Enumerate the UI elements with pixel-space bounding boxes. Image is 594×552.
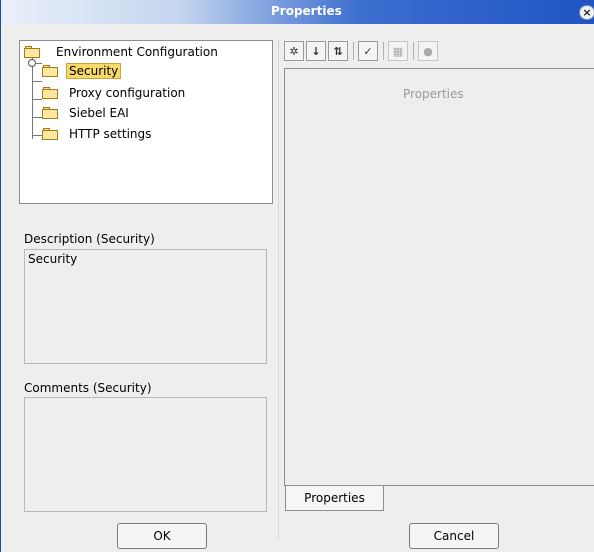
folder-icon [24, 46, 40, 58]
config-tree[interactable]: Environment Configuration Security Proxy… [19, 40, 273, 204]
sort-order-icon[interactable]: ⇅ [328, 41, 348, 61]
description-label: Description (Security) [24, 232, 155, 246]
tree-line [32, 99, 42, 100]
toolbar-separator [353, 42, 354, 60]
tree-item-label: Proxy configuration [69, 86, 186, 100]
tree-line [32, 135, 42, 136]
tab-properties[interactable]: Properties [285, 486, 384, 511]
tree-item-http-settings[interactable]: HTTP settings [42, 125, 151, 143]
tree-item-label: HTTP settings [69, 127, 152, 141]
folder-icon [42, 65, 58, 77]
split-pane-divider[interactable] [278, 40, 282, 540]
help-icon[interactable]: ● [418, 41, 438, 61]
cancel-button[interactable]: Cancel [409, 523, 499, 549]
description-textarea[interactable]: Security [24, 249, 267, 364]
folder-icon [42, 87, 58, 99]
tree-root-label: Environment Configuration [56, 45, 218, 59]
ok-button[interactable]: OK [117, 523, 207, 549]
tree-root[interactable]: Environment Configuration [24, 43, 218, 61]
tree-item-label: Security [66, 63, 122, 79]
categorized-icon[interactable]: ✲ [284, 41, 304, 61]
toolbar-separator [383, 42, 384, 60]
sort-alpha-icon[interactable]: ↓ [306, 41, 326, 61]
comments-textarea[interactable] [24, 397, 267, 512]
tree-item-label: Siebel EAI [69, 106, 129, 120]
property-tabs: Properties [285, 486, 594, 512]
property-sheet-placeholder: Properties [403, 87, 464, 101]
tree-item-siebel-eai[interactable]: Siebel EAI [42, 104, 129, 122]
tree-line [32, 81, 42, 82]
title-bar[interactable]: Properties × [1, 0, 594, 24]
property-sheet[interactable]: Properties [284, 68, 594, 486]
folder-icon [42, 107, 58, 119]
close-icon[interactable]: × [579, 5, 594, 20]
folder-icon [42, 128, 58, 140]
tree-line [32, 117, 42, 118]
tree-item-security[interactable]: Security [42, 62, 122, 80]
window-title: Properties [271, 4, 342, 18]
description-text: Security [28, 252, 78, 266]
tree-item-proxy-configuration[interactable]: Proxy configuration [42, 84, 185, 102]
comments-label: Comments (Security) [24, 381, 152, 395]
checklist-icon[interactable]: ✓ [358, 41, 378, 61]
properties-dialog: Properties × Environment Configuration S… [0, 0, 594, 552]
toolbar-separator [413, 42, 414, 60]
table-icon[interactable]: ▦ [388, 41, 408, 61]
